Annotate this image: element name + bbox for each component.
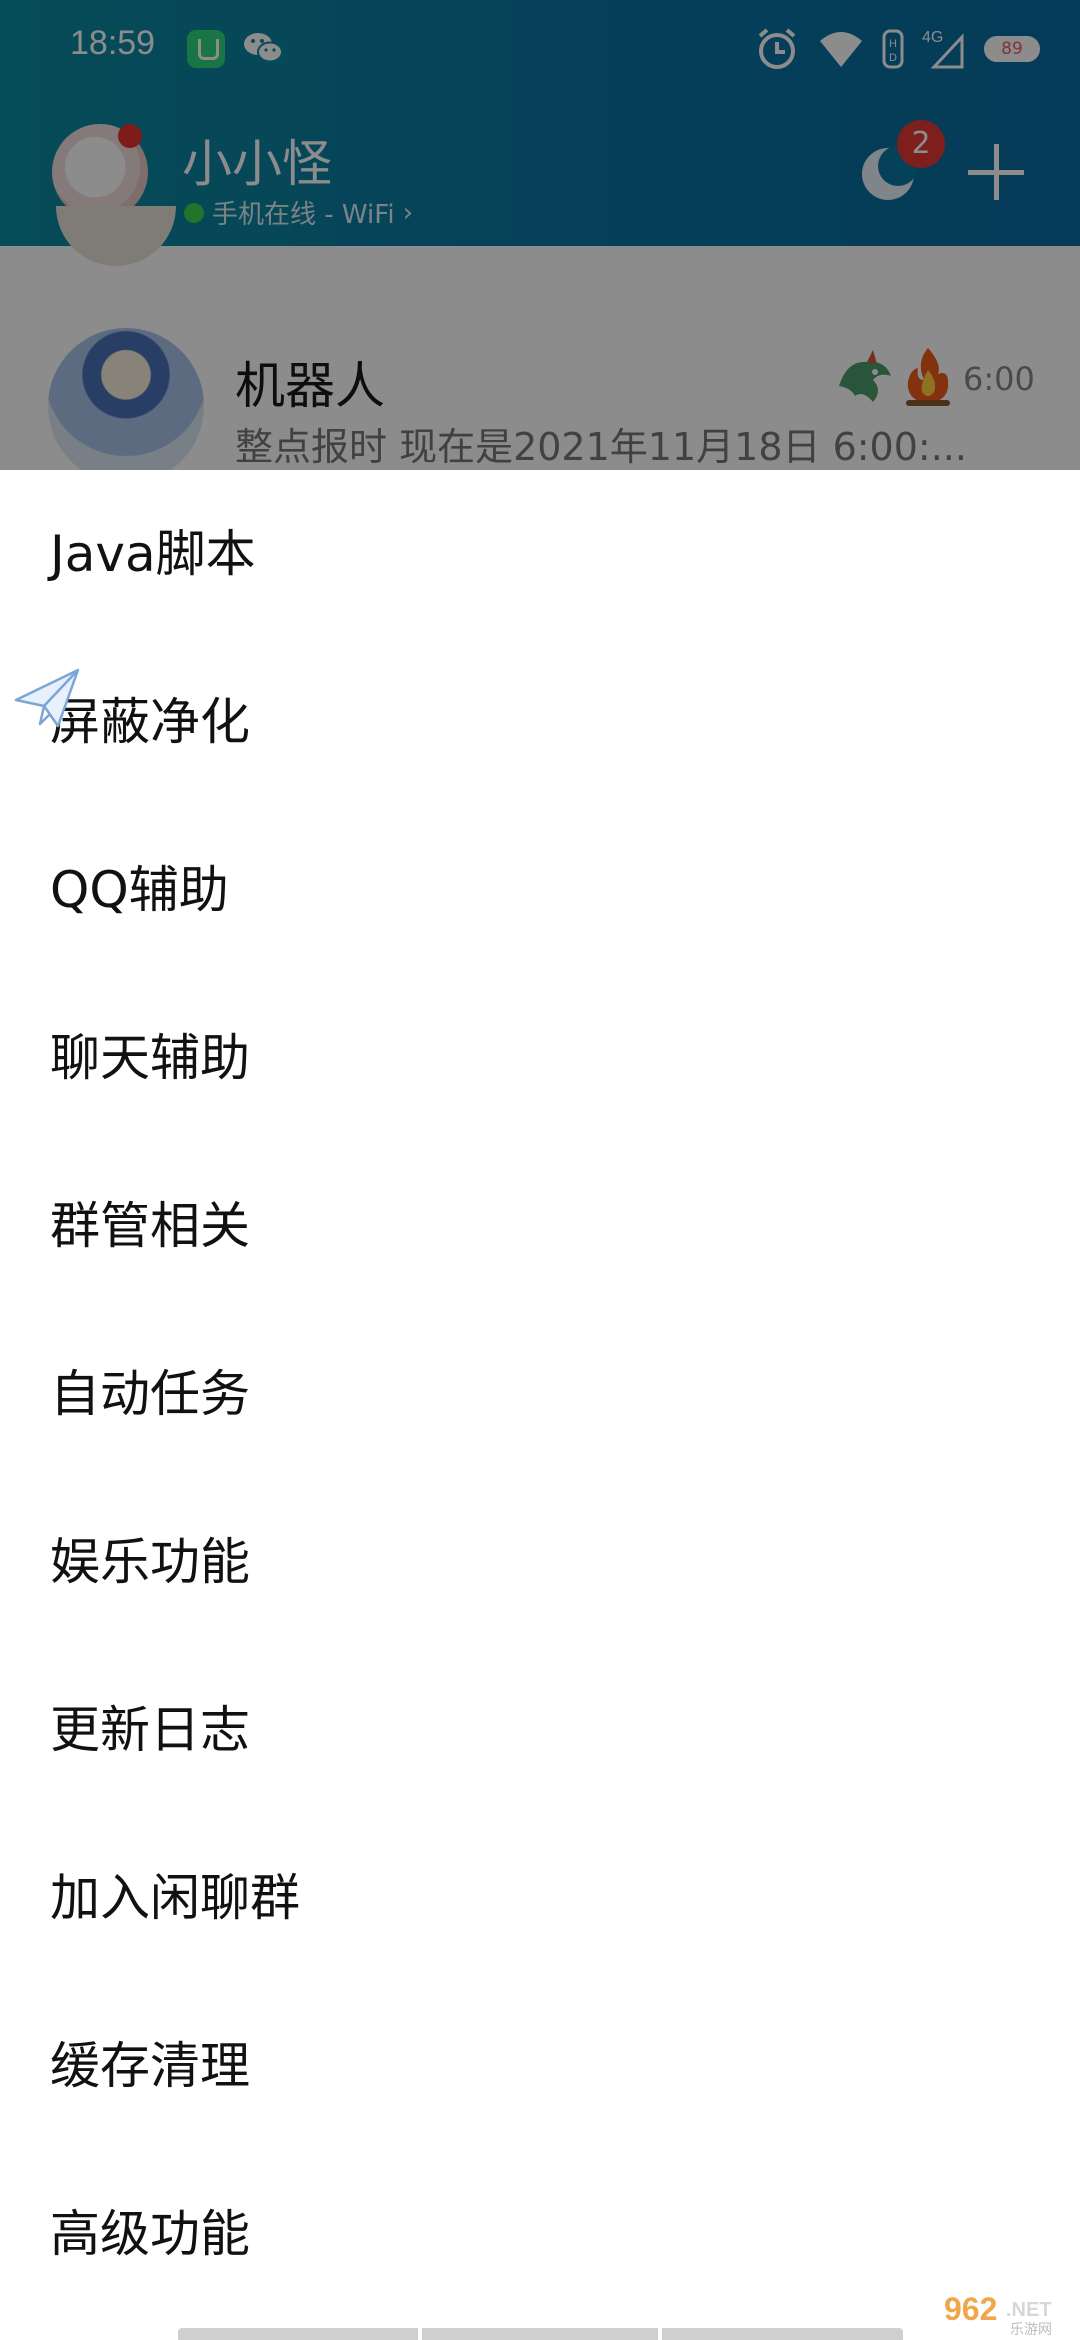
menu-item-block-filter[interactable]: 屏蔽净化 [0,638,1080,806]
menu-item-advanced[interactable]: 高级功能 [0,2150,1080,2318]
menu-item-java-script[interactable]: Java脚本 [0,470,1080,638]
menu-item-auto-tasks[interactable]: 自动任务 [0,1310,1080,1478]
svg-text:乐游网: 乐游网 [1010,2322,1052,2336]
menu-item-qq-assist[interactable]: QQ辅助 [0,806,1080,974]
background-app: 18:59 H D 4G 89 小小怪 手机在线 - WiFi › 2 机器人 … [0,0,1080,470]
menu-sheet: Java脚本 屏蔽净化 QQ辅助 聊天辅助 群管相关 自动任务 娱乐功能 更新日… [0,470,1080,2340]
svg-text:962: 962 [944,2291,997,2327]
dim-overlay[interactable] [0,0,1080,470]
menu-item-changelog[interactable]: 更新日志 [0,1646,1080,1814]
menu-item-entertainment[interactable]: 娱乐功能 [0,1478,1080,1646]
menu-item-chat-assist[interactable]: 聊天辅助 [0,974,1080,1142]
menu-item-group-manage[interactable]: 群管相关 [0,1142,1080,1310]
svg-text:.NET: .NET [1006,2299,1052,2321]
watermark-logo: 962 .NET 乐游网 [944,2291,1052,2336]
paper-plane-icon[interactable] [14,666,80,732]
menu-item-join-chat-group[interactable]: 加入闲聊群 [0,1814,1080,1982]
menu-item-cache-clear[interactable]: 缓存清理 [0,1982,1080,2150]
home-indicator[interactable] [178,2328,903,2340]
